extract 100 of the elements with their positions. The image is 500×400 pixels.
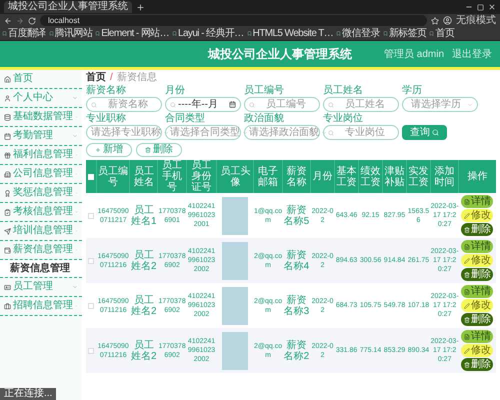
bookmark-icon bbox=[48, 31, 54, 36]
bookmark-star-icon[interactable] bbox=[431, 16, 439, 24]
month-field[interactable]: ----年--月 bbox=[165, 97, 241, 112]
sidebar-item[interactable]: 福利信息管理 bbox=[0, 146, 82, 165]
submenu-item[interactable]: 薪资信息管理 bbox=[0, 260, 82, 278]
search-icon bbox=[91, 102, 97, 108]
sidebar-item[interactable]: 奖惩信息管理 bbox=[0, 184, 82, 203]
bookmark-icon bbox=[246, 31, 252, 36]
pencil-icon bbox=[464, 302, 470, 308]
edit-button[interactable]: 修改 bbox=[461, 254, 494, 267]
table-cell: 员工姓名2 bbox=[130, 283, 158, 328]
new-tab-icon[interactable] bbox=[136, 2, 145, 12]
bookmark-item[interactable]: 百度翻译 bbox=[2, 28, 46, 38]
bookmark-item[interactable]: 微信登录 bbox=[336, 28, 380, 38]
avatar-photo-placeholder bbox=[222, 332, 248, 370]
field-label: 专业岗位 bbox=[323, 113, 364, 125]
sidebar-item[interactable]: 个人中心 bbox=[0, 89, 82, 108]
chevron-icon bbox=[242, 130, 248, 136]
pencil-icon bbox=[464, 258, 470, 264]
search-field[interactable]: 薪资名称 bbox=[86, 97, 162, 112]
table-cell: 员工姓名2 bbox=[130, 328, 158, 373]
sidebar-item[interactable]: 招聘信息管理 bbox=[0, 297, 82, 316]
table-cell: 薪资名称4 bbox=[282, 238, 311, 283]
close-icon[interactable] bbox=[488, 3, 496, 11]
sidebar-item[interactable]: 基础数据管理 bbox=[0, 108, 82, 127]
search-field[interactable]: 员工姓名 bbox=[323, 97, 399, 112]
field-label: 专业职称 bbox=[86, 113, 127, 125]
select-field[interactable]: 请选择学历 bbox=[402, 97, 478, 112]
search-icon bbox=[328, 102, 334, 108]
avatar-photo-placeholder bbox=[222, 286, 248, 324]
table-cell: 薪资名称2 bbox=[282, 328, 311, 373]
add-button[interactable]: 新增 bbox=[86, 143, 132, 157]
document-icon bbox=[464, 334, 470, 340]
reload-icon[interactable] bbox=[28, 16, 36, 24]
address-bar[interactable]: localhost bbox=[40, 15, 427, 26]
table-cell: 薪资名称3 bbox=[282, 283, 311, 328]
detail-button[interactable]: 详情 bbox=[461, 240, 494, 253]
trash-icon bbox=[464, 226, 470, 232]
breadcrumb-item: 薪资信息 bbox=[116, 72, 157, 82]
delete-button[interactable]: 删除 bbox=[461, 223, 494, 236]
bookmark-item[interactable]: 首页 bbox=[429, 28, 454, 38]
edit-button[interactable]: 修改 bbox=[461, 344, 494, 357]
document-icon bbox=[464, 198, 470, 204]
trash-icon bbox=[145, 147, 151, 153]
avatar-photo-placeholder bbox=[222, 242, 248, 280]
query-button[interactable]: 查询 bbox=[402, 125, 447, 140]
search-field[interactable]: 专业岗位 bbox=[323, 125, 399, 140]
back-icon[interactable] bbox=[4, 16, 12, 24]
document-icon bbox=[464, 244, 470, 250]
table-cell: 员工姓名1 bbox=[130, 193, 158, 238]
profile-label: 无痕模式 bbox=[456, 16, 496, 26]
chevron-icon bbox=[467, 102, 473, 108]
bookmark-item[interactable]: Element - 网站… bbox=[95, 28, 169, 38]
field-label: 员工编号 bbox=[244, 85, 285, 97]
bookmark-icon bbox=[382, 31, 388, 36]
sidebar-item[interactable]: 考勤管理 bbox=[0, 127, 82, 146]
search-icon bbox=[328, 130, 334, 136]
search-icon bbox=[432, 129, 439, 136]
detail-button[interactable]: 详情 bbox=[461, 195, 494, 208]
profile-icon[interactable] bbox=[443, 16, 452, 25]
row-checkbox[interactable] bbox=[88, 212, 94, 218]
bookmark-item[interactable]: Layui - 经典开… bbox=[172, 28, 244, 38]
delete-button[interactable]: 删除 bbox=[461, 358, 494, 371]
trash-icon bbox=[464, 272, 470, 278]
detail-button[interactable]: 详情 bbox=[461, 330, 494, 343]
row-checkbox[interactable] bbox=[88, 348, 94, 354]
sidebar-item[interactable]: 首页 bbox=[0, 70, 82, 89]
sidebar-item[interactable]: 培训信息管理 bbox=[0, 222, 82, 241]
bookmark-item[interactable]: 新标签页 bbox=[382, 28, 426, 38]
bookmark-item[interactable]: HTML5 Website T… bbox=[246, 28, 334, 38]
trash-icon bbox=[464, 316, 470, 322]
trash-icon bbox=[464, 362, 470, 368]
field-label: 政治面貌 bbox=[244, 113, 285, 125]
sidebar-item[interactable]: 员工管理 bbox=[0, 278, 82, 297]
calendar-icon bbox=[229, 101, 236, 108]
detail-button[interactable]: 详情 bbox=[461, 285, 494, 298]
bookmark-icon bbox=[336, 31, 342, 36]
bookmark-item[interactable]: 腾讯网站 bbox=[48, 28, 92, 38]
delete-button[interactable]: 删除 bbox=[461, 268, 494, 281]
breadcrumb-separator: / bbox=[110, 72, 113, 82]
edit-button[interactable]: 修改 bbox=[461, 209, 494, 222]
browser-tab[interactable]: 城投公司企业人事管理系统 bbox=[4, 1, 132, 13]
breadcrumb-item[interactable]: 首页 bbox=[86, 72, 106, 82]
chevron-icon bbox=[72, 284, 78, 290]
delete-button[interactable]: 删除 bbox=[136, 143, 182, 157]
forward-icon[interactable] bbox=[16, 16, 24, 24]
row-checkbox[interactable] bbox=[88, 302, 94, 308]
row-checkbox[interactable] bbox=[88, 258, 94, 264]
search-field[interactable]: 员工编号 bbox=[244, 97, 320, 112]
sidebar-item[interactable]: 公司信息管理 bbox=[0, 165, 82, 184]
maximize-icon[interactable] bbox=[477, 4, 484, 10]
edit-button[interactable]: 修改 bbox=[461, 299, 494, 312]
field-label: 员工姓名 bbox=[323, 85, 364, 97]
avatar-photo-placeholder bbox=[222, 196, 248, 234]
select-all-checkbox[interactable] bbox=[88, 174, 94, 180]
sidebar-item[interactable]: 考核信息管理 bbox=[0, 203, 82, 222]
logout-link[interactable]: 退出登录 bbox=[452, 46, 492, 62]
chevron-icon bbox=[72, 95, 78, 101]
document-icon bbox=[464, 288, 470, 294]
delete-button[interactable]: 删除 bbox=[461, 313, 494, 326]
